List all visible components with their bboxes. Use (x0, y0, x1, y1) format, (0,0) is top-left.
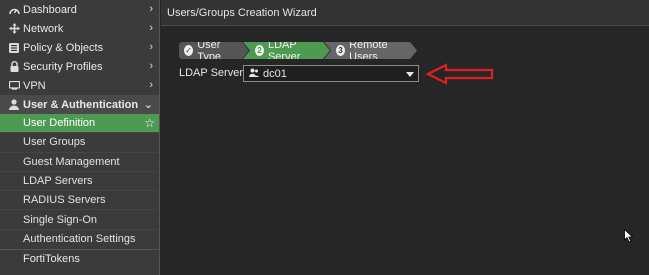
sidebar-subitem-label: Guest Management (23, 155, 120, 168)
sidebar-item-label: Dashboard (23, 3, 77, 16)
sidebar-subitem-radius-servers[interactable]: RADIUS Servers (0, 191, 159, 211)
sidebar-item-fortitokens[interactable]: FortiTokens (0, 249, 159, 268)
sidebar-item-network[interactable]: Network › (0, 19, 159, 38)
sidebar-subitem-user-groups[interactable]: User Groups (0, 133, 159, 153)
sidebar-subitem-ldap-servers[interactable]: LDAP Servers (0, 172, 159, 192)
sidebar-item-security-profiles[interactable]: Security Profiles › (0, 57, 159, 76)
chevron-right-icon: › (149, 60, 153, 72)
sidebar-subitem-user-definition[interactable]: User Definition ☆ (0, 114, 159, 134)
checkmark-icon: ✓ (185, 46, 192, 55)
caret-down-icon (406, 72, 414, 77)
red-arrow-annotation (426, 63, 494, 85)
sidebar-subitem-guest-management[interactable]: Guest Management (0, 153, 159, 172)
sidebar-item-label: User & Authentication (23, 98, 139, 111)
favorite-star-icon[interactable]: ☆ (144, 116, 155, 130)
chevron-right-icon: › (149, 41, 153, 53)
sidebar-item-user-authentication[interactable]: User & Authentication ⌄ (0, 95, 159, 114)
user-icon (8, 99, 20, 111)
step-label: LDAP Server (267, 38, 301, 63)
sidebar-subitem-single-sign-on[interactable]: Single Sign-On (0, 210, 159, 230)
user-group-icon (249, 68, 259, 79)
step-ldap-server[interactable]: 2 LDAP Server (243, 42, 330, 59)
sidebar-subitem-label: RADIUS Servers (23, 194, 106, 207)
chevron-right-icon: › (149, 79, 153, 91)
sidebar-subitem-label: Single Sign-On (23, 213, 97, 226)
ldap-server-value: dc01 (263, 67, 287, 80)
sidebar-subitem-label: User Groups (23, 136, 86, 149)
dashboard-icon (8, 4, 20, 16)
sidebar-subitem-authentication-settings[interactable]: Authentication Settings (0, 230, 159, 249)
main-panel: Users/Groups Creation Wizard ✓ User Type… (161, 0, 649, 275)
wizard-title-bar: Users/Groups Creation Wizard (161, 0, 649, 26)
sidebar-item-dashboard[interactable]: Dashboard › (0, 0, 159, 19)
chevron-right-icon: › (149, 3, 153, 15)
lock-icon (8, 61, 20, 73)
policy-icon (8, 42, 20, 54)
ldap-server-label: LDAP Server (179, 67, 243, 79)
step-label: Remote Users (349, 38, 388, 63)
sidebar-item-label: Network (23, 22, 64, 35)
sidebar-item-label: FortiTokens (23, 253, 80, 266)
chevron-right-icon: › (149, 22, 153, 34)
step-user-type[interactable]: ✓ User Type (179, 42, 249, 59)
ldap-server-select[interactable]: dc01 (243, 65, 419, 82)
step-remote-users[interactable]: 3 Remote Users (324, 42, 417, 59)
sidebar-subitem-label: LDAP Servers (23, 175, 93, 188)
sidebar-item-label: Security Profiles (23, 60, 103, 73)
mouse-cursor-icon (624, 229, 634, 243)
sidebar-item-policy-objects[interactable]: Policy & Objects › (0, 38, 159, 57)
sidebar-item-label: VPN (23, 79, 46, 92)
wizard-steps: ✓ User Type 2 LDAP Server 3 Remote Users (179, 42, 417, 59)
step-number: 3 (336, 45, 345, 56)
sidebar-item-vpn[interactable]: VPN › (0, 76, 159, 95)
sidebar-subitem-label: User Definition (23, 117, 96, 130)
network-icon (8, 23, 20, 35)
sidebar-item-label: Policy & Objects (23, 41, 104, 54)
step-number: 2 (255, 45, 264, 56)
sidebar-subitem-label: Authentication Settings (23, 233, 136, 246)
chevron-down-icon: ⌄ (143, 99, 153, 111)
sidebar: Dashboard › Network › Policy & Objects ›… (0, 0, 160, 275)
step-label: User Type (197, 38, 222, 63)
vpn-icon (8, 80, 20, 92)
page-title: Users/Groups Creation Wizard (167, 6, 317, 19)
